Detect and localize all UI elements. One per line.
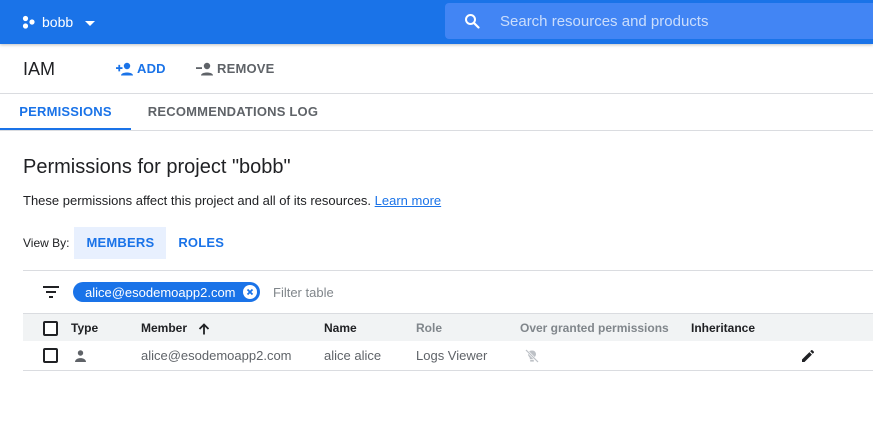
member-name: alice alice [324, 348, 382, 363]
view-by-roles-button[interactable]: ROLES [166, 227, 236, 259]
section-heading: Permissions for project "bobb" [23, 156, 291, 178]
view-by-toggle: View By: MEMBERS ROLES [23, 227, 236, 259]
column-header-inheritance: Inheritance [691, 321, 756, 335]
filter-list-icon[interactable] [42, 286, 60, 298]
table-filter-bar: alice@esodemoapp2.com [23, 270, 873, 313]
project-selector[interactable]: bobb [22, 11, 96, 33]
column-header-role: Role [416, 321, 443, 335]
filter-chip-label: alice@esodemoapp2.com [85, 284, 236, 300]
description-text: These permissions affect this project an… [23, 193, 372, 208]
person-icon [75, 350, 86, 362]
search-bar[interactable] [445, 3, 873, 39]
edit-pencil-icon[interactable] [801, 349, 815, 363]
learn-more-link[interactable]: Learn more [375, 193, 441, 208]
top-app-bar: bobb [0, 0, 873, 44]
member-email: alice@esodemoapp2.com [141, 348, 292, 363]
select-all-checkbox[interactable] [43, 321, 58, 336]
table-row: alice@esodemoapp2.com alice alice Logs V… [23, 341, 873, 371]
search-input[interactable] [500, 3, 873, 39]
lightbulb-off-icon[interactable] [525, 349, 539, 363]
filter-table-input[interactable] [273, 282, 573, 302]
member-role: Logs Viewer [416, 348, 488, 363]
column-header-member-label: Member [141, 321, 188, 335]
remove-person-icon [196, 62, 213, 75]
add-person-icon [116, 62, 133, 75]
table-header: Type Member Name Role Over granted permi… [23, 313, 873, 341]
section-description: These permissions affect this project an… [23, 193, 441, 208]
remove-member-button[interactable]: REMOVE [196, 61, 275, 76]
remove-label: REMOVE [217, 61, 275, 76]
search-icon [465, 14, 480, 29]
view-by-label: View By: [23, 236, 70, 250]
column-header-over-granted: Over granted permissions [520, 321, 669, 335]
add-label: ADD [137, 61, 166, 76]
project-hexagon-icon [22, 15, 35, 29]
add-member-button[interactable]: ADD [116, 61, 166, 76]
column-header-member[interactable]: Member [141, 314, 210, 342]
tab-bar: PERMISSIONS RECOMMENDATIONS LOG [0, 94, 873, 131]
project-name: bobb [42, 14, 74, 30]
chevron-down-icon [85, 20, 96, 26]
view-by-members-button[interactable]: MEMBERS [74, 227, 167, 259]
column-header-type: Type [71, 321, 99, 335]
filter-chip[interactable]: alice@esodemoapp2.com [73, 282, 260, 302]
action-bar: IAM ADD REMOVE [0, 44, 873, 94]
page-title: IAM [23, 59, 56, 79]
row-checkbox[interactable] [43, 348, 58, 363]
close-circle-icon[interactable] [242, 285, 257, 299]
sort-ascending-arrow-icon [199, 323, 210, 335]
tab-recommendations-log[interactable]: RECOMMENDATIONS LOG [131, 94, 335, 130]
tab-permissions[interactable]: PERMISSIONS [0, 94, 131, 130]
column-header-name: Name [324, 321, 357, 335]
